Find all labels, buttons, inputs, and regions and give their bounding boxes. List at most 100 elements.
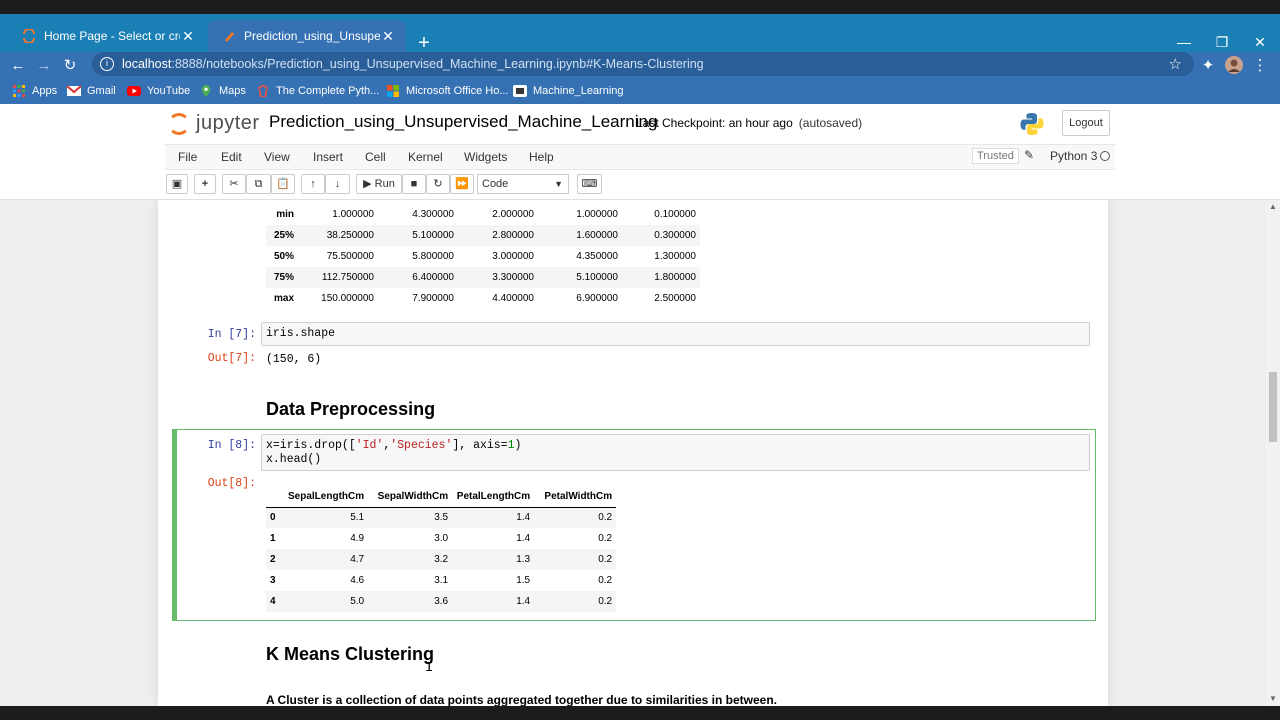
minimize-icon[interactable]: —: [1164, 34, 1204, 50]
describe-table: min 1.000000 4.300000 2.000000 1.000000 0.100…: [266, 204, 700, 309]
url-input[interactable]: i localhost:8888/notebooks/Prediction_us…: [92, 52, 1194, 76]
restart-button[interactable]: ↻: [426, 174, 450, 194]
table-cell: 4.350000: [576, 251, 618, 262]
table-cell: 3.1: [434, 575, 449, 586]
heading-data-preprocessing: Data Preprocessing: [266, 399, 436, 419]
page-scrollbar[interactable]: ▲ ▼: [1266, 200, 1280, 706]
tab-close-icon[interactable]: ✕: [180, 28, 196, 45]
bookmark-maps[interactable]: Maps: [199, 83, 246, 99]
menu-widgets[interactable]: Widgets: [464, 150, 507, 164]
restart-run-all-button[interactable]: ⏩: [450, 174, 474, 194]
cell-type-select[interactable]: Code ▼: [477, 174, 569, 194]
insert-cell-button[interactable]: +: [194, 174, 216, 194]
profile-avatar[interactable]: [1224, 56, 1244, 76]
row-index: 3: [270, 575, 276, 586]
top-letterbox: [0, 0, 1280, 14]
new-tab-button[interactable]: +: [414, 33, 434, 53]
tab-notebook[interactable]: Prediction_using_Unsupervised_N ✕: [208, 20, 406, 52]
row-index: 2: [270, 554, 276, 565]
table-cell: 0.300000: [654, 230, 696, 241]
scrollbar-thumb[interactable]: [1269, 372, 1277, 442]
tab-title: Home Page - Select or create a n: [44, 29, 180, 43]
interrupt-button[interactable]: ■: [402, 174, 426, 194]
menu-insert[interactable]: Insert: [313, 150, 343, 164]
table-row: 3 4.6 3.1 1.5 0.2: [266, 570, 616, 591]
close-window-icon[interactable]: ✕: [1240, 34, 1280, 51]
arrow-up-icon: ↑: [310, 178, 316, 190]
menu-file[interactable]: File: [178, 150, 197, 164]
tab-close-icon[interactable]: ✕: [380, 28, 396, 45]
menu-cell[interactable]: Cell: [365, 150, 386, 164]
table-cell: 1.000000: [576, 209, 618, 220]
save-button[interactable]: ▣: [166, 174, 188, 194]
bookmark-star-icon[interactable]: ☆: [1169, 55, 1182, 73]
cell8-code-editor[interactable]: x=iris.drop(['Id','Species'], axis=1) x.…: [261, 434, 1090, 471]
table-cell: 1.4: [516, 512, 531, 524]
run-button[interactable]: ▶ Run: [356, 174, 402, 194]
paste-button[interactable]: 📋: [271, 174, 295, 194]
command-palette-button[interactable]: ⌨: [577, 174, 602, 194]
table-cell: 1.4: [516, 533, 531, 544]
table-cell: 2.000000: [492, 209, 534, 220]
kernel-name[interactable]: Python 3: [1050, 149, 1097, 163]
code-string: 'Species': [390, 439, 453, 452]
bookmark-label: Maps: [219, 85, 246, 97]
tab-home-page[interactable]: Home Page - Select or create a n ✕: [8, 20, 206, 52]
table-cell: 5.100000: [412, 230, 454, 241]
bookmark-gmail[interactable]: Gmail: [67, 83, 116, 99]
bookmark-youtube[interactable]: YouTube: [127, 83, 190, 99]
logout-button[interactable]: Logout: [1062, 110, 1110, 136]
table-cell: 5.800000: [412, 251, 454, 262]
cell7-code: iris.shape: [266, 327, 336, 340]
maximize-icon[interactable]: ❐: [1202, 34, 1242, 51]
browser-menu-icon[interactable]: ⋮: [1250, 56, 1270, 76]
table-cell: 4.6: [350, 575, 365, 586]
site-info-icon[interactable]: i: [100, 57, 114, 71]
menu-kernel[interactable]: Kernel: [408, 150, 443, 164]
column-header: PetalWidthCm: [534, 486, 617, 508]
gmail-icon: [67, 85, 81, 96]
table-cell: 3.300000: [492, 272, 534, 283]
bookmark-machine-learning[interactable]: Machine_Learning: [513, 83, 624, 99]
row-label: max: [273, 293, 294, 304]
cell8-in-prompt: In [8]:: [207, 439, 256, 452]
column-header: SepalWidthCm: [368, 486, 453, 508]
row-label: 50%: [273, 251, 294, 262]
heading-k-means-clustering: K Means Clustering: [266, 644, 435, 664]
row-label: 75%: [273, 272, 294, 283]
bookmark-label: Microsoft Office Ho...: [406, 85, 509, 97]
scroll-down-arrow-icon[interactable]: ▼: [1269, 694, 1277, 703]
table-cell: 3.2: [434, 554, 449, 565]
bookmark-microsoft-office[interactable]: Microsoft Office Ho...: [386, 83, 509, 99]
paste-icon: 📋: [276, 178, 290, 190]
cell7-code-editor[interactable]: iris.shape: [261, 322, 1090, 346]
bookmark-apps[interactable]: Apps: [12, 83, 57, 99]
forward-arrow-icon[interactable]: →: [34, 56, 54, 76]
menu-edit[interactable]: Edit: [221, 150, 242, 164]
move-down-button[interactable]: ↓: [325, 174, 350, 194]
bookmark-complete-python[interactable]: The Complete Pyth...: [256, 83, 379, 99]
scroll-up-arrow-icon[interactable]: ▲: [1269, 202, 1277, 211]
notebook-name[interactable]: Prediction_using_Unsupervised_Machine_Le…: [269, 112, 657, 132]
menu-view[interactable]: View: [264, 150, 290, 164]
jupyter-logo[interactable]: jupyter: [168, 112, 260, 135]
youtube-icon: [127, 86, 141, 96]
bookmark-label: Machine_Learning: [533, 85, 624, 97]
back-arrow-icon[interactable]: ←: [8, 56, 28, 76]
menu-help[interactable]: Help: [529, 150, 554, 164]
reload-icon[interactable]: ↻: [60, 56, 80, 76]
table-cell: 1.300000: [654, 251, 696, 262]
copy-button[interactable]: ⧉: [246, 174, 271, 194]
table-row: 2 4.7 3.2 1.3 0.2: [266, 549, 617, 570]
bookmark-label: Gmail: [87, 85, 116, 97]
cut-button[interactable]: ✂: [222, 174, 246, 194]
table-cell: 1.000000: [332, 209, 374, 220]
jupyter-header: jupyter Prediction_using_Unsupervised_Ma…: [0, 104, 1280, 144]
trusted-badge[interactable]: Trusted: [972, 148, 1019, 164]
describe-row: max 150.000000 7.900000 4.400000 6.900000 2.5…: [266, 288, 700, 309]
bookmark-label: The Complete Pyth...: [276, 85, 380, 97]
move-up-button[interactable]: ↑: [301, 174, 325, 194]
table-cell: 4.9: [350, 533, 365, 544]
extensions-puzzle-icon[interactable]: ✦: [1198, 56, 1218, 76]
table-cell: 1.800000: [654, 272, 696, 283]
